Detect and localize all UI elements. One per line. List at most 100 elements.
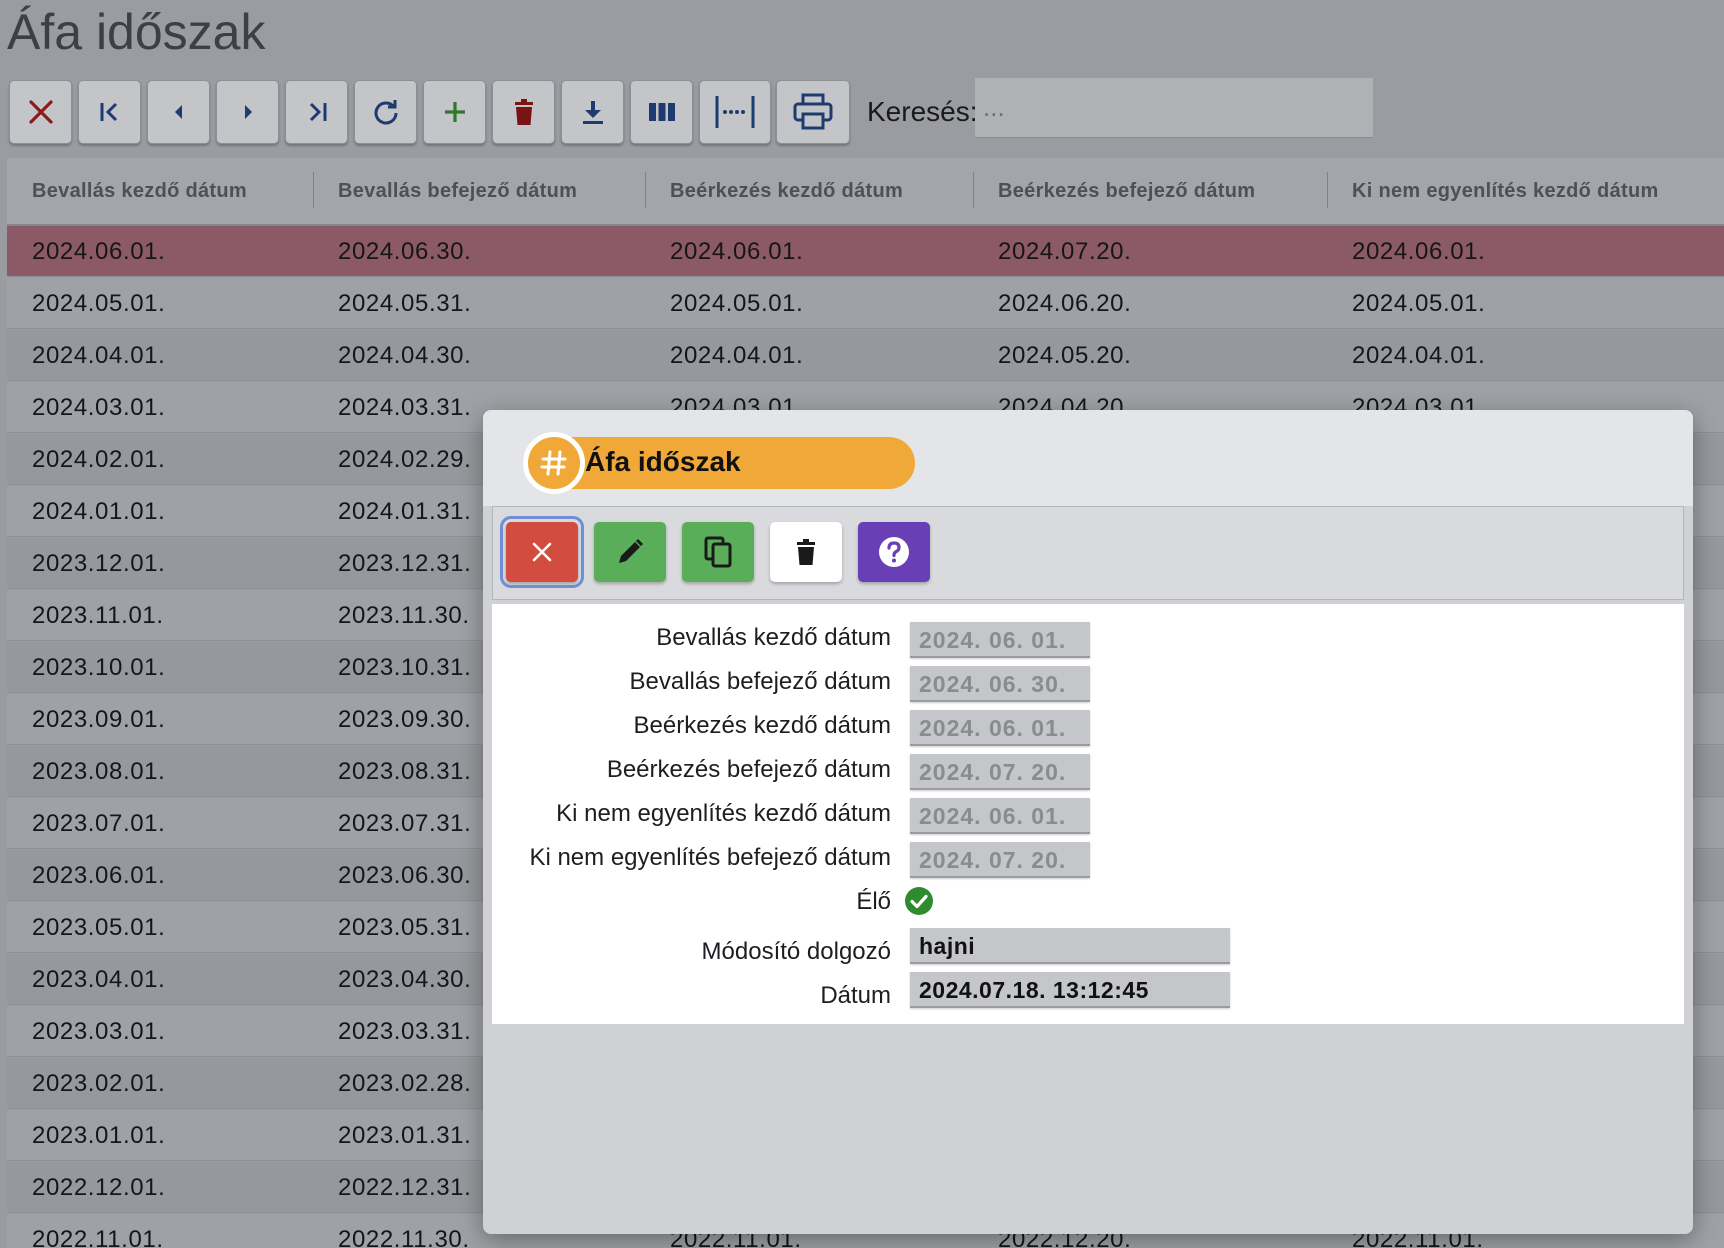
column-header[interactable]: Bevallás befejező dátum (338, 158, 577, 224)
edit-button[interactable] (594, 522, 666, 582)
table-cell: 2024.06.01. (32, 238, 166, 265)
table-cell: 2023.03.31. (338, 1018, 472, 1045)
field-label: Élő (856, 888, 891, 915)
table-cell: 2024.05.01. (32, 290, 166, 317)
columns-icon (648, 103, 675, 121)
table-header: Bevallás kezdő dátum Bevallás befejező d… (7, 158, 1724, 226)
table-row[interactable]: 2024.06.01. 2024.06.30. 2024.06.01. 2024.07… (7, 226, 1724, 277)
beerkezes-kezdo-field[interactable]: 2024. 06. 01. (910, 710, 1090, 746)
table-cell: 2024.06.30. (338, 238, 472, 265)
table-row[interactable]: 2024.05.01. 2024.05.31. 2024.05.01. 2024.06… (7, 278, 1724, 329)
next-page-button[interactable] (216, 80, 279, 144)
download-icon (582, 101, 603, 124)
close-button[interactable] (500, 516, 584, 588)
table-cell: 2023.04.30. (338, 966, 472, 993)
table-cell: 2023.06.01. (32, 862, 166, 889)
first-page-icon (100, 102, 117, 122)
table-cell: 2024.04.01. (670, 342, 804, 369)
column-header[interactable]: Ki nem egyenlítés kezdő dátum (1352, 158, 1659, 224)
table-cell: 2023.05.01. (32, 914, 166, 941)
fit-width-icon (715, 96, 755, 128)
fit-width-button[interactable] (699, 80, 771, 144)
table-cell: 2023.02.01. (32, 1070, 166, 1097)
field-label: Ki nem egyenlítés kezdő dátum (556, 800, 891, 827)
table-cell: 2023.12.31. (338, 550, 472, 577)
table-cell: 2024.02.01. (32, 446, 166, 473)
print-icon (793, 93, 833, 130)
table-cell: 2024.06.01. (1352, 238, 1486, 265)
table-cell: 2023.09.30. (338, 706, 472, 733)
last-page-button[interactable] (285, 80, 348, 144)
table-cell: 2023.01.01. (32, 1122, 166, 1149)
table-cell: 2024.06.20. (998, 290, 1132, 317)
print-button[interactable] (776, 80, 850, 144)
table-cell: 2024.05.20. (998, 342, 1132, 369)
download-button[interactable] (561, 80, 624, 144)
table-cell: 2024.05.01. (670, 290, 804, 317)
table-cell: 2023.08.31. (338, 758, 472, 785)
page-title: Áfa időszak (7, 4, 266, 60)
table-cell: 2022.11.01. (32, 1226, 164, 1248)
table-cell: 2024.03.31. (338, 394, 472, 421)
table-row[interactable]: 2024.04.01. 2024.04.30. 2024.04.01. 2024.05… (7, 330, 1724, 381)
beerkezes-befejezo-field[interactable]: 2024. 07. 20. (910, 754, 1090, 790)
field-label: Ki nem egyenlítés befejező dátum (529, 844, 891, 871)
field-label: Bevallás befejező dátum (629, 668, 892, 695)
record-dialog: Áfa időszak Bevallás kezdő dátum 2024. 0… (483, 410, 1693, 1234)
table-cell: 2022.12.01. (32, 1174, 166, 1201)
column-header[interactable]: Bevallás kezdő dátum (32, 158, 247, 224)
add-button[interactable] (423, 80, 486, 144)
table-cell: 2023.07.31. (338, 810, 472, 837)
field-label: Dátum (820, 982, 891, 1009)
table-cell: 2024.07.20. (998, 238, 1132, 265)
datum-field[interactable]: 2024.07.18. 13:12:45 (910, 972, 1230, 1008)
column-divider[interactable] (313, 172, 314, 208)
table-cell: 2023.02.28. (338, 1070, 472, 1097)
table-cell: 2024.05.01. (1352, 290, 1486, 317)
bevallas-kezdo-field[interactable]: 2024. 06. 01. (910, 622, 1090, 658)
table-cell: 2023.10.31. (338, 654, 472, 681)
table-cell: 2024.05.31. (338, 290, 472, 317)
field-label: Módosító dolgozó (701, 938, 891, 965)
ki-nem-egyenlites-kezdo-field[interactable]: 2024. 06. 01. (910, 798, 1090, 834)
search-input[interactable] (975, 78, 1373, 138)
table-cell: 2024.04.01. (1352, 342, 1486, 369)
table-cell: 2023.04.01. (32, 966, 166, 993)
dialog-title: Áfa időszak (585, 446, 741, 477)
table-cell: 2023.09.01. (32, 706, 166, 733)
field-label: Beérkezés befejező dátum (606, 756, 891, 783)
ki-nem-egyenlites-befejezo-field[interactable]: 2024. 07. 20. (910, 842, 1090, 878)
table-cell: 2022.11.30. (338, 1226, 470, 1248)
column-header[interactable]: Beérkezés befejező dátum (998, 158, 1255, 224)
last-page-icon (309, 102, 326, 122)
column-divider[interactable] (973, 172, 974, 208)
close-button[interactable] (9, 80, 72, 144)
trash-icon (797, 539, 815, 565)
columns-button[interactable] (630, 80, 693, 144)
help-button[interactable] (858, 522, 930, 582)
prev-page-icon (174, 105, 182, 119)
bevallas-befejezo-field[interactable]: 2024. 06. 30. (910, 666, 1090, 702)
refresh-button[interactable] (354, 80, 417, 144)
check-circle-icon[interactable] (904, 886, 934, 921)
modosito-dolgozo-field[interactable]: hajni (910, 928, 1230, 964)
delete-button[interactable] (770, 522, 842, 582)
column-divider[interactable] (645, 172, 646, 208)
copy-button[interactable] (682, 522, 754, 582)
table-cell: 2023.12.01. (32, 550, 166, 577)
first-page-button[interactable] (78, 80, 141, 144)
table-cell: 2024.01.01. (32, 498, 166, 525)
dialog-toolbar (492, 506, 1684, 600)
table-cell: 2023.08.01. (32, 758, 166, 785)
prev-page-button[interactable] (147, 80, 210, 144)
table-cell: 2023.11.30. (338, 602, 470, 629)
column-divider[interactable] (1327, 172, 1328, 208)
table-cell: 2024.04.30. (338, 342, 472, 369)
column-header[interactable]: Beérkezés kezdő dátum (670, 158, 903, 224)
next-page-icon (244, 105, 252, 119)
table-cell: 2023.05.31. (338, 914, 472, 941)
table-cell: 2023.06.30. (338, 862, 472, 889)
delete-button[interactable] (492, 80, 555, 144)
hash-icon (523, 432, 585, 494)
table-cell: 2024.04.01. (32, 342, 166, 369)
